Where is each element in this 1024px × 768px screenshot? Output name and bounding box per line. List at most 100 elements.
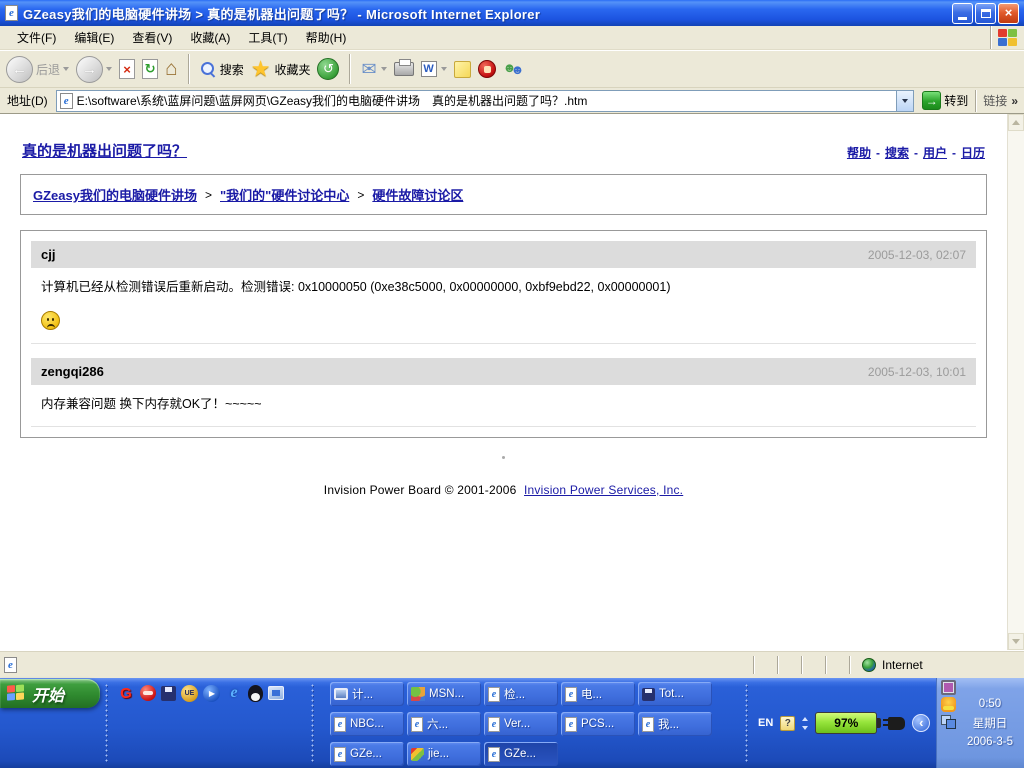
quick-launch-icon[interactable]	[161, 686, 176, 701]
quick-launch-icon[interactable]	[117, 684, 135, 702]
task-button[interactable]: MSN...	[407, 682, 481, 706]
system-tray: EN ? 97%	[748, 678, 936, 768]
vertical-scrollbar[interactable]	[1007, 114, 1024, 650]
forward-button-icon[interactable]	[76, 56, 103, 83]
quick-launch-icon[interactable]	[268, 686, 284, 700]
address-dropdown-button[interactable]	[896, 91, 913, 111]
qq-tray-icon[interactable]	[941, 697, 956, 712]
footer-services-link[interactable]: Invision Power Services, Inc.	[524, 483, 683, 497]
taskbar-grip[interactable]	[311, 683, 314, 763]
quick-launch-icon[interactable]	[140, 685, 156, 701]
menu-item[interactable]: 工具(T)	[239, 25, 296, 50]
task-button[interactable]: NBC...	[330, 712, 404, 736]
forum-nav-link[interactable]: 搜索	[885, 144, 909, 161]
refresh-button[interactable]: ↻	[142, 59, 158, 79]
task-button[interactable]: GZe...	[484, 742, 558, 766]
task-app-icon	[565, 687, 577, 702]
task-button[interactable]: 我...	[638, 712, 712, 736]
task-button[interactable]: 计...	[330, 682, 404, 706]
notes-button[interactable]	[454, 61, 471, 78]
red-app-button[interactable]	[478, 60, 496, 78]
windows-logo-icon	[998, 29, 1018, 47]
task-buttons: 计... MSN... 检... 电... Tot... NBC... 六...	[330, 682, 712, 766]
battery-indicator[interactable]: 97%	[815, 712, 877, 734]
close-button[interactable]	[998, 3, 1019, 24]
restore-button[interactable]	[975, 3, 996, 24]
search-button[interactable]: 搜索	[200, 61, 244, 78]
task-label: GZe...	[350, 748, 382, 760]
forum-nav-link[interactable]: 用户	[923, 144, 947, 161]
task-button[interactable]: 六...	[407, 712, 481, 736]
forum-nav-item: -用户	[909, 144, 947, 161]
task-button[interactable]: PCS...	[561, 712, 635, 736]
forward-dropdown-icon[interactable]	[106, 67, 112, 74]
back-button-label[interactable]: 后退	[36, 61, 60, 78]
breadcrumb-link[interactable]: 硬件故障讨论区	[372, 185, 463, 204]
favorites-label: 收藏夹	[274, 61, 310, 78]
task-label: jie...	[428, 748, 449, 760]
quick-launch-icon[interactable]	[225, 684, 243, 702]
history-button[interactable]	[317, 58, 339, 80]
task-button[interactable]: jie...	[407, 742, 481, 766]
statusbar: Internet	[0, 650, 1024, 678]
menu-item[interactable]: 查看(V)	[123, 25, 181, 50]
go-button[interactable]: 转到	[919, 91, 971, 110]
scroll-down-button[interactable]	[1008, 633, 1024, 650]
display-tray-icon[interactable]	[941, 680, 956, 695]
home-button[interactable]	[165, 59, 178, 79]
menu-item[interactable]: 编辑(E)	[65, 25, 123, 50]
post-date: 2005-12-03, 02:07	[868, 248, 966, 262]
links-label: 链接	[983, 92, 1007, 109]
taskbar-grip[interactable]	[105, 683, 108, 763]
collapse-tray-button[interactable]	[912, 714, 930, 732]
edit-with-word-button[interactable]	[421, 61, 447, 77]
task-button[interactable]: 电...	[561, 682, 635, 706]
language-indicator[interactable]: EN	[758, 717, 773, 729]
menu-item[interactable]: 收藏(A)	[181, 25, 239, 50]
address-input[interactable]: E:\software\系统\蓝屏问题\蓝屏网页\GZeasy我们的电脑硬件讲场…	[56, 90, 915, 112]
messenger-button[interactable]	[503, 60, 523, 78]
print-button[interactable]	[394, 62, 414, 76]
task-label: PCS...	[581, 718, 614, 730]
task-button[interactable]: Ver...	[484, 712, 558, 736]
forum-nav-link[interactable]: 日历	[961, 144, 985, 161]
clock-time: 0:50	[959, 698, 1021, 710]
breadcrumb-item: "我们的"硬件讨论中心>	[220, 185, 372, 204]
task-app-icon	[642, 717, 654, 732]
menu-item[interactable]: 帮助(H)	[297, 25, 356, 50]
task-app-icon	[411, 687, 425, 701]
back-dropdown-icon[interactable]	[63, 67, 69, 74]
toolbar: 后退 × ↻ 搜索 收藏夹	[0, 50, 1024, 88]
breadcrumb-link[interactable]: "我们的"硬件讨论中心	[220, 185, 349, 204]
post-author: zengqi286	[41, 364, 104, 379]
ie-document-icon	[5, 5, 18, 21]
desktop: GZeasy我们的电脑硬件讲场 > 真的是机器出问题了吗？ - Microsof…	[0, 0, 1024, 768]
menu-item[interactable]: 文件(F)	[8, 25, 65, 50]
forum-nav-item: -日历	[947, 144, 985, 161]
minimize-button[interactable]	[952, 3, 973, 24]
ime-help-icon[interactable]: ?	[780, 716, 795, 731]
scroll-up-button[interactable]	[1008, 114, 1024, 131]
links-chevron-icon[interactable]: »	[1011, 94, 1018, 108]
quick-launch-icon[interactable]	[248, 685, 263, 702]
task-button[interactable]: 检...	[484, 682, 558, 706]
quick-launch-icon[interactable]	[181, 685, 198, 702]
task-app-icon	[334, 717, 346, 732]
page-icon	[60, 93, 73, 109]
start-button[interactable]: 开始	[0, 679, 100, 708]
mail-button[interactable]	[361, 59, 386, 80]
breadcrumb-link[interactable]: GZeasy我们的电脑硬件讲场	[33, 185, 197, 204]
task-button[interactable]: GZe...	[330, 742, 404, 766]
forum-nav-link[interactable]: 帮助	[847, 144, 871, 161]
task-app-icon	[642, 688, 655, 701]
back-button-icon[interactable]	[6, 56, 33, 83]
links-bar[interactable]: 链接 »	[976, 90, 1020, 112]
quick-launch-icon[interactable]	[203, 685, 220, 702]
ime-options-icon[interactable]	[802, 714, 808, 733]
network-tray-icon[interactable]	[941, 714, 956, 729]
topic-title-link[interactable]: 真的是机器出问题了吗？	[22, 140, 187, 161]
stop-button[interactable]: ×	[119, 59, 135, 79]
task-button[interactable]: Tot...	[638, 682, 712, 706]
refresh-icon: ↻	[145, 61, 156, 77]
favorites-button[interactable]: 收藏夹	[251, 59, 311, 79]
